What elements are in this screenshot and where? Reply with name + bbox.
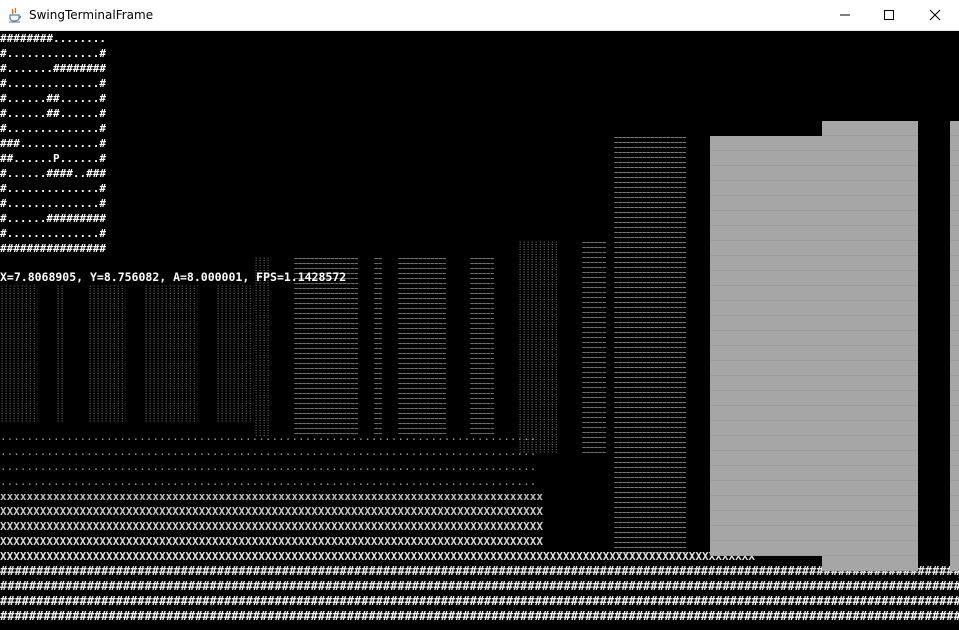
wall-column: ~~~~~~~~~~~~~ ~~~~~~~~~~~~~ ~~~~~~~~~~~~… (398, 257, 446, 437)
floor-row: XXXXXXXXXXXXXXXXXXXXXXXXXXXXXXXXXXXXXXXX… (0, 535, 544, 548)
minimap-row: #......##......# (0, 107, 106, 120)
terminal-screen[interactable]: ........................................… (0, 31, 959, 630)
wall-column: ~~~~~~~~~~~~~~~~~~~ ~~~~~~~~~~~~~~~~~~~ … (614, 136, 686, 556)
minimize-button[interactable] (822, 0, 868, 30)
floor-row: XXXXXXXXXXXXXXXXXXXXXXXXXXXXXXXXXXXXXXXX… (0, 520, 544, 533)
floor-row: xxxxxxxxxxxxxxxxxxxxxxxxxxxxxxxxxxxxxxxx… (0, 490, 544, 503)
floor-row: ........................................… (0, 475, 537, 488)
terminal-window: SwingTerminalFrame .....................… (0, 0, 959, 630)
minimap-row: #..............# (0, 122, 106, 135)
java-cup-icon (7, 7, 23, 23)
floor-row: ########################################… (0, 579, 959, 593)
wall-column: ::::::::::: ::::::::::: ::::::::::: ::::… (518, 241, 558, 453)
minimize-icon (840, 14, 850, 16)
close-button[interactable] (912, 0, 958, 30)
floor-row: ########################################… (0, 609, 959, 623)
minimap-row: #..............# (0, 182, 106, 195)
floor-row: XXXXXXXXXXXXXXXXXXXXXXXXXXXXXXXXXXXXXXXX… (0, 505, 544, 518)
wall-column (822, 121, 918, 571)
floor-row: ........................................… (0, 460, 537, 473)
wall-column: ::::::::::: ::::::::::: ::::::::::: ::::… (0, 285, 38, 422)
wall-column: ~~~~~~ ~ ~~~~~ ~~ ~~~~ ~~~ ~~~ ~~~~ ~~ ~~~~~ … (470, 257, 494, 437)
minimap-row: #......##......# (0, 92, 106, 105)
minimap-row: ########........ (0, 32, 106, 45)
maximize-button[interactable] (866, 0, 912, 30)
minimap-row: #......####..### (0, 167, 106, 180)
wall-column (710, 136, 822, 556)
wall-column: ::::::::::: ::::::::::: ::::::::::: ::::… (216, 285, 254, 422)
minimap-row: ################ (0, 242, 106, 255)
maximize-icon (884, 10, 894, 20)
floor-row: ........................................… (0, 445, 537, 458)
minimap-row: #.......######## (0, 62, 106, 75)
minimap-row: ##......P......# (0, 152, 106, 165)
wall-column: ::: ::: ::: ::: ::: ::: ::: ::: ::: ::: … (56, 285, 64, 422)
minimap-row: #..............# (0, 197, 106, 210)
player-stats: X=7.8068905, Y=8.756082, A=8.000001, FPS… (0, 270, 347, 284)
wall-column: ~~~~~~ ~ ~~~~~ ~~ ~~~~ ~~~ ~~~ ~~~~ ~~ ~~~~~ … (582, 241, 606, 453)
wall-column: ~~ ~ ~ ~~ ~~ ~ ~ ~~ ~~ ~ ~ ~~ ~~ ~ ~ ~~ ~~ ~ ~ ~~ … (374, 257, 382, 437)
minimap: ########........ #..............# #.......… (0, 31, 106, 256)
wall-column: ::::::::::::::: ::::::::::::::: ::::::::… (144, 285, 198, 422)
minimap-row: #..............# (0, 47, 106, 60)
wall-column (950, 121, 959, 571)
minimap-row: #......######### (0, 212, 106, 225)
floor-row: ########################################… (0, 594, 959, 608)
title-bar[interactable]: SwingTerminalFrame (0, 0, 959, 31)
floor-row: ########################################… (0, 564, 959, 578)
minimap-row: #..............# (0, 77, 106, 90)
minimap-row: ###............# (0, 137, 106, 150)
wall-column: ::::::::::: ::::::::::: ::::::::::: ::::… (88, 285, 126, 422)
floor-row: XXXXXXXXXXXXXXXXXXXXXXXXXXXXXXXXXXXXXXXX… (0, 550, 755, 563)
window-title: SwingTerminalFrame (29, 8, 154, 22)
minimap-row: #..............# (0, 227, 106, 240)
close-icon (929, 9, 941, 21)
